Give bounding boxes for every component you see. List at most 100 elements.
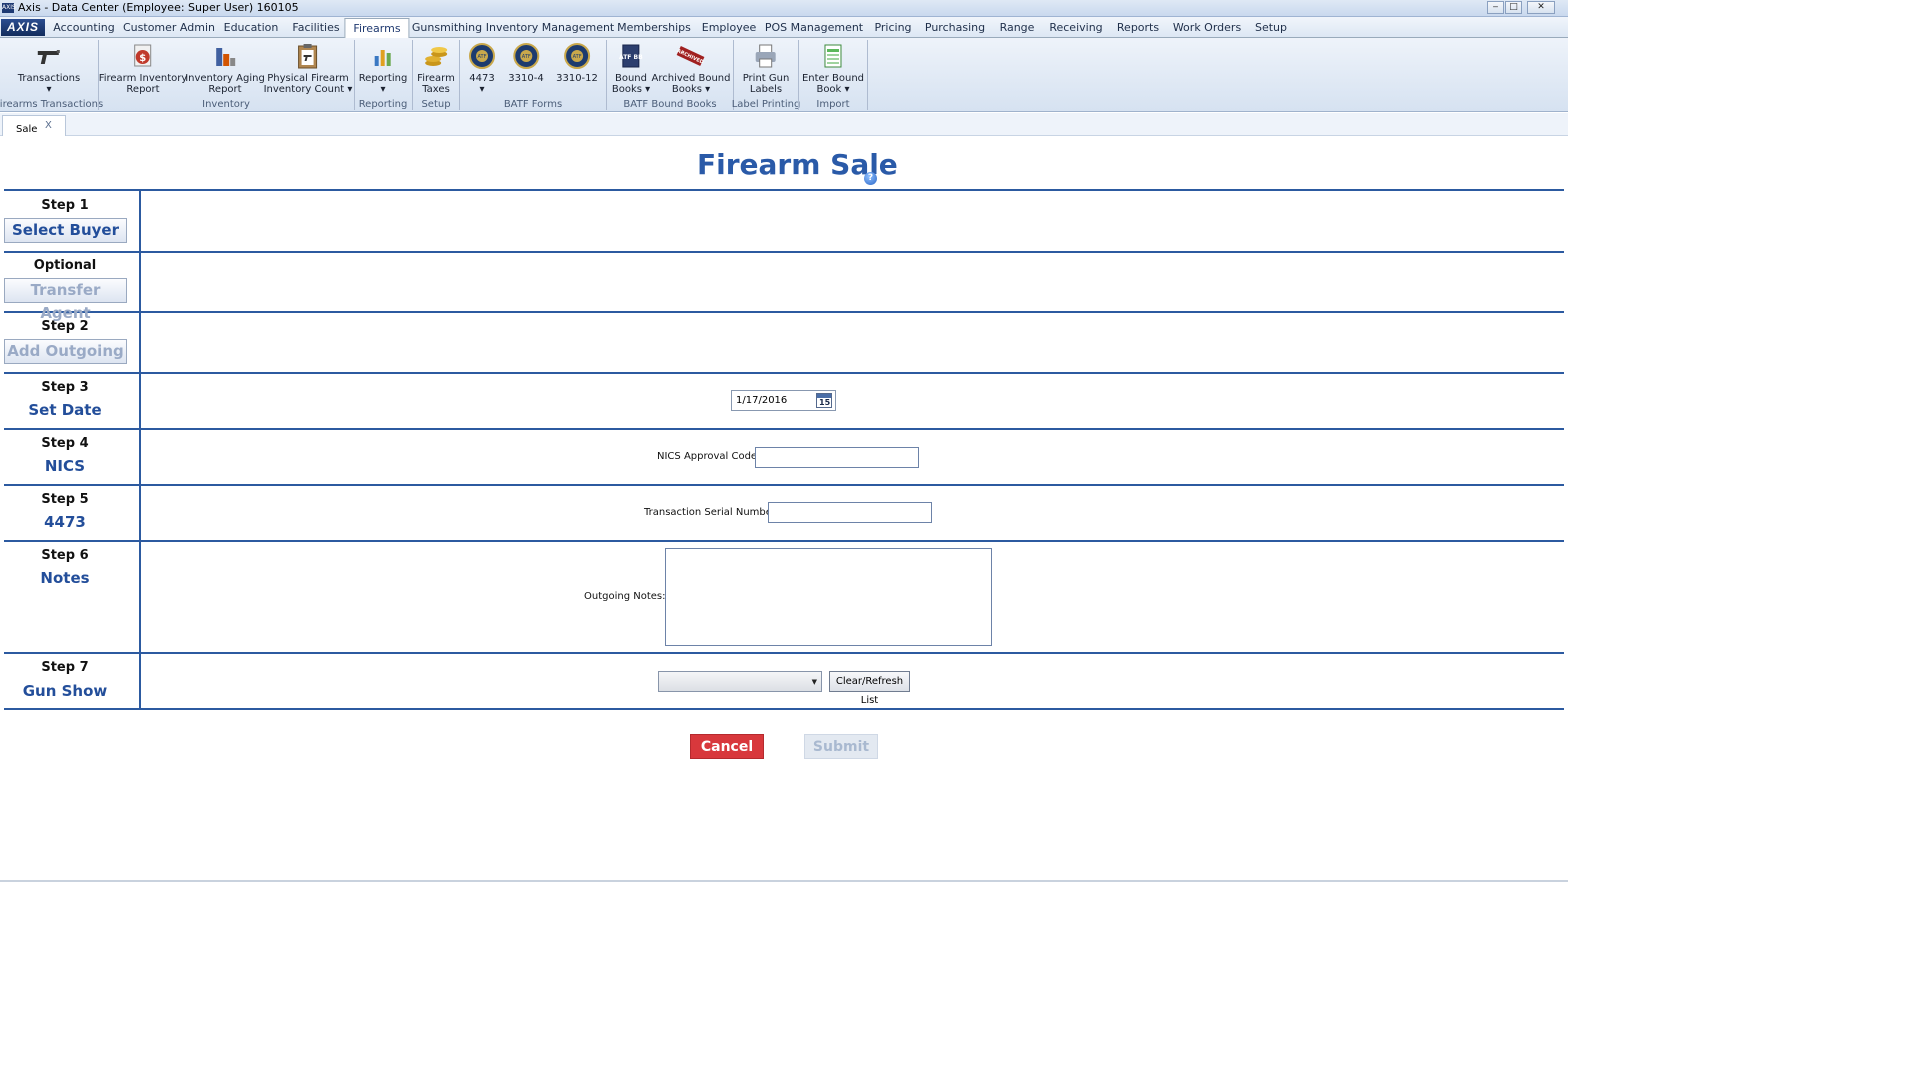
main-menu-bar: AXIS Accounting Customer Admin Education… <box>0 17 1568 39</box>
atf-seal-icon: ATF <box>469 43 495 69</box>
group-separator <box>867 40 868 110</box>
ribbon-reporting-button[interactable]: Reporting ▾ <box>359 42 407 95</box>
menu-pos-management[interactable]: POS Management <box>765 21 863 34</box>
row-divider <box>4 540 1564 542</box>
row-divider <box>4 484 1564 486</box>
gun-show-select[interactable]: ▼ <box>658 671 822 692</box>
submit-button[interactable]: Submit <box>804 734 878 759</box>
group-separator <box>459 40 460 110</box>
firearms-ribbon: Transactions ▾ $ Firearm Inventory Repor… <box>0 38 1568 112</box>
document-tab-strip: Sale X <box>0 113 1568 136</box>
group-separator <box>606 40 607 110</box>
outgoing-notes-textarea[interactable] <box>665 548 992 646</box>
row-divider <box>4 428 1564 430</box>
menu-accounting[interactable]: Accounting <box>53 21 114 34</box>
tab-close-icon[interactable]: X <box>45 120 52 131</box>
menu-work-orders[interactable]: Work Orders <box>1173 21 1241 34</box>
menu-setup[interactable]: Setup <box>1255 21 1287 34</box>
step-2-label: Step 2 <box>41 319 89 334</box>
row-divider <box>4 708 1564 710</box>
row-divider <box>4 311 1564 313</box>
clear-refresh-list-button[interactable]: Clear/Refresh List <box>829 671 910 706</box>
step-7-label: Step 7 <box>41 660 89 675</box>
svg-text:ATF BB: ATF BB <box>619 54 643 61</box>
transaction-serial-number-input[interactable] <box>768 502 932 523</box>
select-buyer-button[interactable]: Select Buyer <box>4 218 127 243</box>
group-label-batf-bound-books: BATF Bound Books <box>623 99 717 110</box>
group-label-batf-forms: BATF Forms <box>503 99 563 110</box>
nics-approval-code-label: NICS Approval Code: <box>657 451 761 462</box>
ribbon-print-gun-labels-button[interactable]: Print Gun Labels <box>743 42 789 95</box>
ribbon-enter-bound-book-button[interactable]: Enter Bound Book ▾ <box>802 42 864 95</box>
spreadsheet-icon <box>824 44 842 68</box>
ribbon-firearm-taxes-button[interactable]: Firearm Taxes <box>417 42 455 95</box>
menu-facilities[interactable]: Facilities <box>292 21 339 34</box>
row-divider <box>4 189 1564 191</box>
menu-education[interactable]: Education <box>224 21 279 34</box>
maximize-button[interactable]: □ <box>1505 1 1522 14</box>
menu-inventory-management[interactable]: Inventory Management <box>486 21 615 34</box>
transfer-agent-button[interactable]: Transfer Agent <box>4 278 127 322</box>
menu-customer-admin[interactable]: Customer Admin <box>123 21 215 34</box>
group-label-reporting: Reporting <box>358 99 408 110</box>
help-icon[interactable]: ? <box>864 172 877 185</box>
pistol-icon <box>37 50 60 64</box>
calendar-icon[interactable]: 15 <box>816 393 832 408</box>
printer-icon <box>755 44 776 68</box>
app-icon: AXIS <box>2 3 16 13</box>
group-separator <box>354 40 355 110</box>
form-4473-heading: 4473 <box>44 513 86 531</box>
step-5-label: Step 5 <box>41 492 89 507</box>
menu-employee[interactable]: Employee <box>702 21 756 34</box>
menu-gunsmithing[interactable]: Gunsmithing <box>412 21 482 34</box>
ribbon-physical-inventory-count-button[interactable]: Physical Firearm Inventory Count ▾ <box>264 42 352 95</box>
svg-text:$: $ <box>140 53 147 64</box>
ribbon-3310-12-button[interactable]: ATF 3310-12 <box>556 42 598 84</box>
ribbon-inventory-aging-report-button[interactable]: Inventory Aging Report <box>185 42 265 95</box>
ribbon-4473-button[interactable]: ATF 4473 ▾ <box>468 42 496 95</box>
group-separator <box>98 40 99 110</box>
nics-heading: NICS <box>44 457 86 475</box>
step-3-label: Step 3 <box>41 380 89 395</box>
svg-text:ATF: ATF <box>573 54 582 60</box>
step-4-label: Step 4 <box>41 436 89 451</box>
set-date-heading: Set Date <box>28 401 102 419</box>
row-divider <box>4 372 1564 374</box>
ribbon-firearm-inventory-report-button[interactable]: $ Firearm Inventory Report <box>99 42 187 95</box>
close-window-button[interactable]: ✕ <box>1527 1 1555 14</box>
nics-approval-code-input[interactable] <box>755 447 919 468</box>
bar-chart-icon <box>215 48 235 66</box>
group-label-import: Import <box>816 99 850 110</box>
menu-range[interactable]: Range <box>1000 21 1035 34</box>
notes-heading: Notes <box>40 569 90 587</box>
menu-reports[interactable]: Reports <box>1117 21 1159 34</box>
ribbon-archived-bound-books-button[interactable]: ARCHIVED Archived Bound Books ▾ <box>652 42 730 95</box>
sale-date-picker[interactable]: 1/17/2016 15 <box>731 390 836 411</box>
row-divider <box>4 652 1564 654</box>
chevron-down-icon: ▼ <box>811 678 817 686</box>
sale-date-value: 1/17/2016 <box>736 395 788 406</box>
tab-sale[interactable]: Sale X <box>2 115 66 136</box>
add-outgoing-button[interactable]: Add Outgoing <box>4 339 127 364</box>
minimize-button[interactable]: ‒ <box>1487 1 1504 14</box>
atf-seal-icon: ATF <box>563 43 590 69</box>
row-divider <box>4 251 1564 253</box>
atf-seal-icon: ATF <box>512 43 539 69</box>
menu-purchasing[interactable]: Purchasing <box>925 21 985 34</box>
cancel-button[interactable]: Cancel <box>690 734 764 759</box>
group-label-setup: Setup <box>421 99 451 110</box>
ribbon-bound-books-button[interactable]: ATF BB Bound Books ▾ <box>612 42 650 95</box>
menu-firearms[interactable]: Firearms <box>344 18 410 39</box>
menu-receiving[interactable]: Receiving <box>1049 21 1102 34</box>
menu-pricing[interactable]: Pricing <box>874 21 911 34</box>
menu-memberships[interactable]: Memberships <box>617 21 691 34</box>
group-label-inventory: Inventory <box>202 99 250 110</box>
report-dollar-icon: $ <box>134 44 152 67</box>
group-label-firearms-transactions: Firearms Transactions <box>0 99 104 110</box>
transaction-serial-number-label: Transaction Serial Number: <box>644 507 780 518</box>
clipboard-pistol-icon <box>298 44 318 69</box>
ribbon-3310-4-button[interactable]: ATF 3310-4 <box>508 42 544 84</box>
ribbon-transactions-button[interactable]: Transactions ▾ <box>18 42 80 95</box>
axis-logo[interactable]: AXIS <box>1 19 45 36</box>
step-6-label: Step 6 <box>41 548 89 563</box>
